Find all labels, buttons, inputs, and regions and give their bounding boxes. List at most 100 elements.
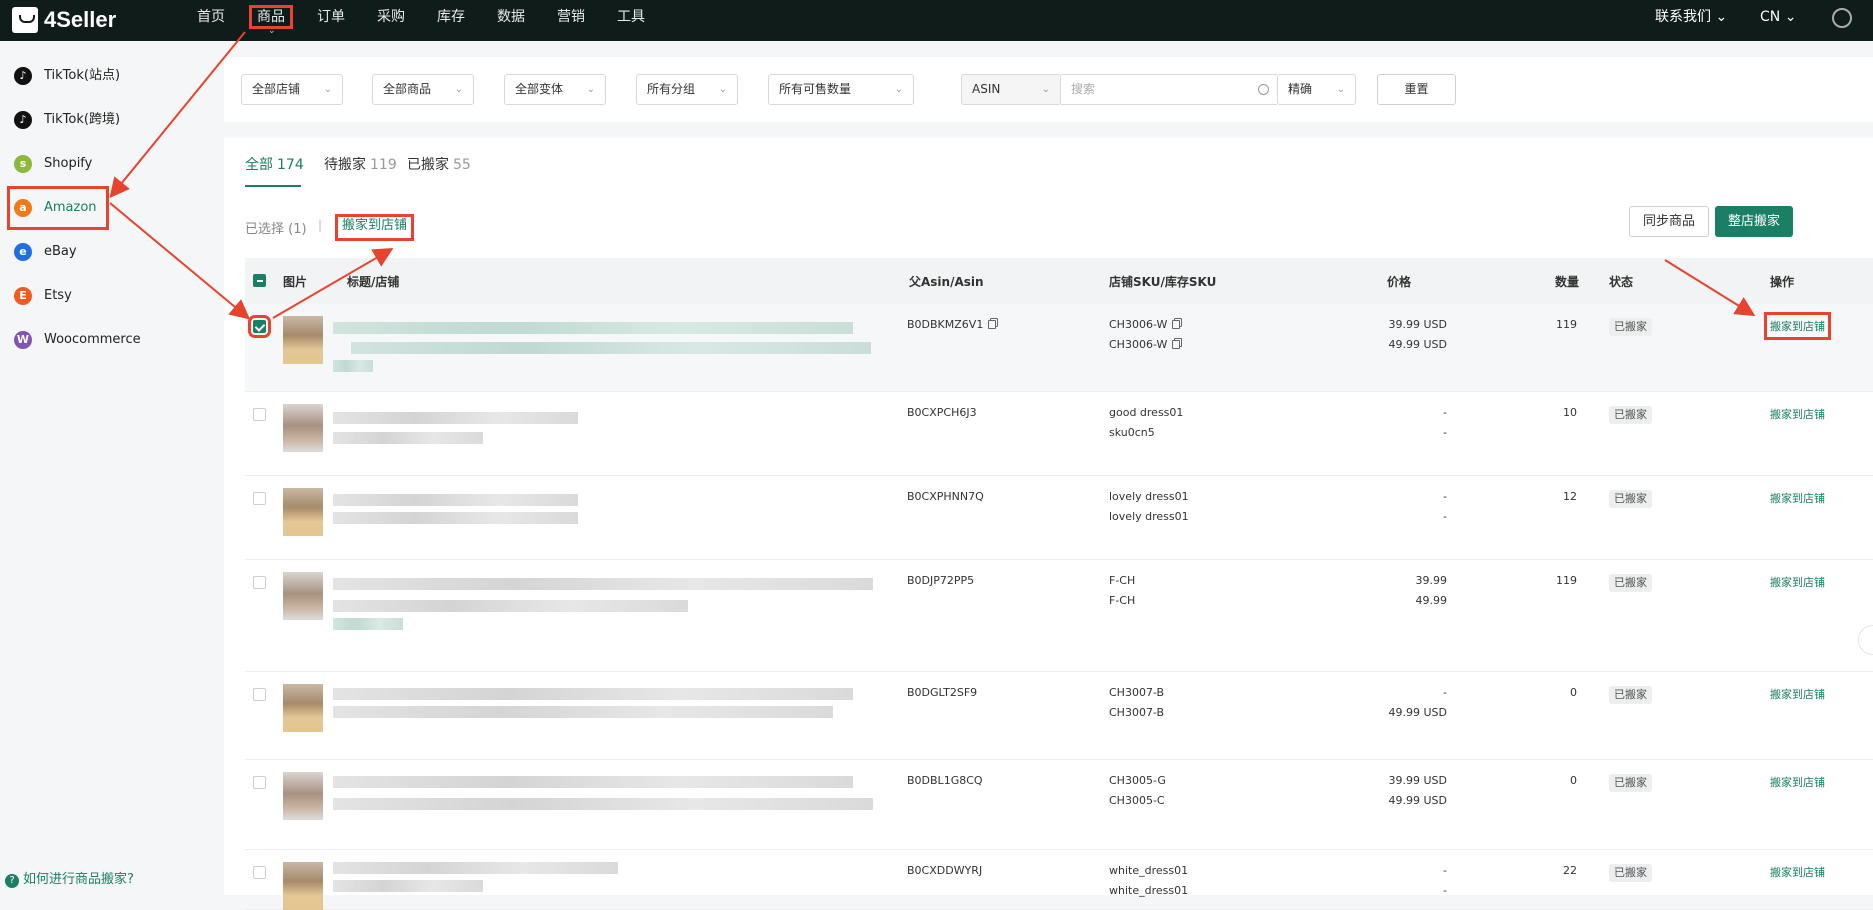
move-to-store-link[interactable]: 搬家到店铺 xyxy=(1770,774,1825,790)
status-badge: 已搬家 xyxy=(1609,406,1652,424)
move-to-store-link[interactable]: 搬家到店铺 xyxy=(1770,490,1825,506)
asin-cell: B0CXPHNN7Q xyxy=(907,490,984,503)
gear-icon[interactable] xyxy=(1832,8,1852,28)
row-checkbox[interactable] xyxy=(248,315,271,338)
tab-underline xyxy=(245,185,301,187)
sync-products-button[interactable]: 同步商品 xyxy=(1629,206,1709,237)
asin-cell: B0DJP72PP5 xyxy=(907,574,975,587)
divider: | xyxy=(318,218,323,232)
quantity-select[interactable]: 所有可售数量 ⌄ xyxy=(768,74,914,105)
reset-button[interactable]: 重置 xyxy=(1377,74,1456,105)
asin-cell: B0DBKMZ6V1 xyxy=(907,318,997,331)
header-quantity: 数量 xyxy=(1555,275,1580,289)
header-status: 状态 xyxy=(1609,275,1634,289)
chevron-down-icon: ⌄ xyxy=(894,84,903,95)
row-checkbox[interactable] xyxy=(253,866,266,879)
price-1: - xyxy=(1443,686,1447,699)
sidebar-item-woocommerce[interactable]: W Woocommerce xyxy=(14,325,141,355)
language-menu[interactable]: CN ⌄ xyxy=(1760,0,1796,35)
store-select[interactable]: 全部店铺 ⌄ xyxy=(241,74,343,105)
price-2: - xyxy=(1443,884,1447,897)
nav-purchasing[interactable]: 采购 xyxy=(377,0,405,35)
amazon-icon: a xyxy=(14,199,32,217)
nav-orders[interactable]: 订单 xyxy=(317,0,345,35)
table-row[interactable]: B0DBKMZ6V1 CH3006-W CH3006-W 39.99 USD 49.99… xyxy=(245,304,1873,392)
select-all-checkbox[interactable] xyxy=(253,274,266,287)
table-row[interactable]: B0CXDDWYRJ white_dress01 white_dress01 - - 22… xyxy=(245,850,1873,910)
quantity-cell: 119 xyxy=(1556,574,1577,587)
nav-marketing[interactable]: 营销 xyxy=(557,0,585,35)
sidebar-item-tiktok-site[interactable]: ♪ TikTok(站点) xyxy=(14,61,120,91)
store-sku: good dress01 xyxy=(1109,406,1184,419)
etsy-icon: E xyxy=(14,287,32,305)
row-checkbox[interactable] xyxy=(253,776,266,789)
nav-tools[interactable]: 工具 xyxy=(617,0,645,35)
sidebar-item-amazon[interactable]: a Amazon xyxy=(7,186,109,230)
price-1: 39.99 xyxy=(1415,574,1448,587)
chevron-down-icon: ⌄ xyxy=(454,84,463,95)
move-to-store-link[interactable]: 搬家到店铺 xyxy=(1770,406,1825,422)
move-to-store-link[interactable]: 搬家到店铺 xyxy=(1770,574,1825,590)
table-row[interactable]: B0DGLT2SF9 CH3007-B CH3007-B - 49.99 USD 0 已搬家… xyxy=(245,672,1873,760)
quantity-cell: 0 xyxy=(1570,774,1577,787)
sidebar-item-shopify[interactable]: s Shopify xyxy=(14,149,92,179)
match-select[interactable]: 精确 ⌄ xyxy=(1277,74,1356,105)
table-row[interactable]: B0DJP72PP5 F-CH F-CH 39.99 49.99 119 已搬家 搬家到店铺 xyxy=(245,560,1873,672)
help-link[interactable]: ? 如何进行商品搬家? xyxy=(5,868,134,888)
store-sku: F-CH xyxy=(1109,574,1136,587)
row-checkbox[interactable] xyxy=(253,408,266,421)
move-to-store-link[interactable]: 搬家到店铺 xyxy=(1764,312,1831,340)
table-header: 图片 标题/店铺 父Asin/Asin 店铺SKU/库存SKU 价格 数量 状态… xyxy=(245,258,1873,304)
blurred-title xyxy=(333,494,578,506)
table-row[interactable]: B0DBL1G8CQ CH3005-G CH3005-C 39.99 USD 49.99… xyxy=(245,760,1873,850)
selected-count: 已选择 (1) xyxy=(245,222,307,237)
copy-icon[interactable] xyxy=(988,320,997,329)
tiktok-icon: ♪ xyxy=(14,111,32,129)
table-row[interactable]: B0CXPHNN7Q lovely dress01 lovely dress01 - -… xyxy=(245,476,1873,560)
blurred-title xyxy=(333,432,483,444)
header-title: 标题/店铺 xyxy=(347,275,400,289)
blurred-title xyxy=(333,412,578,424)
logo[interactable]: 4Seller xyxy=(12,5,116,35)
store-sku: white_dress01 xyxy=(1109,864,1189,877)
bulk-move-to-store-button[interactable]: 搬家到店铺 xyxy=(335,214,414,241)
status-badge: 已搬家 xyxy=(1609,318,1652,336)
nav-inventory[interactable]: 库存 xyxy=(437,0,465,35)
blurred-title xyxy=(333,322,853,334)
header-action: 操作 xyxy=(1770,275,1795,289)
table-row[interactable]: B0CXPCH6J3 good dress01 sku0cn5 - - 10 已搬家 搬家到店… xyxy=(245,392,1873,476)
move-to-store-link[interactable]: 搬家到店铺 xyxy=(1770,864,1825,880)
status-badge: 已搬家 xyxy=(1609,490,1652,508)
search-input[interactable]: 搜索 xyxy=(1061,74,1277,105)
ebay-icon: e xyxy=(14,243,32,261)
price-1: 39.99 USD xyxy=(1388,318,1448,331)
move-to-store-link[interactable]: 搬家到店铺 xyxy=(1770,686,1825,702)
nav-home[interactable]: 首页 xyxy=(197,0,225,35)
contact-us-menu[interactable]: 联系我们 ⌄ xyxy=(1655,0,1727,35)
blurred-title xyxy=(333,600,688,612)
sidebar-item-tiktok-cross[interactable]: ♪ TikTok(跨境) xyxy=(14,105,120,135)
nav-data[interactable]: 数据 xyxy=(497,0,525,35)
product-select[interactable]: 全部商品 ⌄ xyxy=(372,74,474,105)
blurred-title xyxy=(333,688,853,700)
quantity-cell: 0 xyxy=(1570,686,1577,699)
tab-pending[interactable]: 待搬家 119 xyxy=(324,154,397,174)
row-checkbox[interactable] xyxy=(253,688,266,701)
shopify-icon: s xyxy=(14,155,32,173)
sidebar-item-etsy[interactable]: E Etsy xyxy=(14,281,72,311)
whole-store-move-button[interactable]: 整店搬家 xyxy=(1715,206,1793,237)
price-1: - xyxy=(1443,864,1447,877)
row-checkbox[interactable] xyxy=(253,492,266,505)
variant-select[interactable]: 全部变体 ⌄ xyxy=(504,74,606,105)
product-thumbnail xyxy=(283,862,323,910)
row-checkbox[interactable] xyxy=(253,576,266,589)
inventory-sku: CH3005-C xyxy=(1109,794,1165,807)
copy-icon[interactable] xyxy=(1172,340,1181,349)
group-select[interactable]: 所有分组 ⌄ xyxy=(636,74,738,105)
sidebar-item-ebay[interactable]: e eBay xyxy=(14,237,77,267)
search-field-select[interactable]: ASIN ⌄ xyxy=(961,74,1061,105)
tab-all[interactable]: 全部 174 xyxy=(245,154,304,174)
tab-moved[interactable]: 已搬家 55 xyxy=(407,154,471,174)
copy-icon[interactable] xyxy=(1172,320,1181,329)
chevron-down-icon: ⌄ xyxy=(268,26,276,36)
